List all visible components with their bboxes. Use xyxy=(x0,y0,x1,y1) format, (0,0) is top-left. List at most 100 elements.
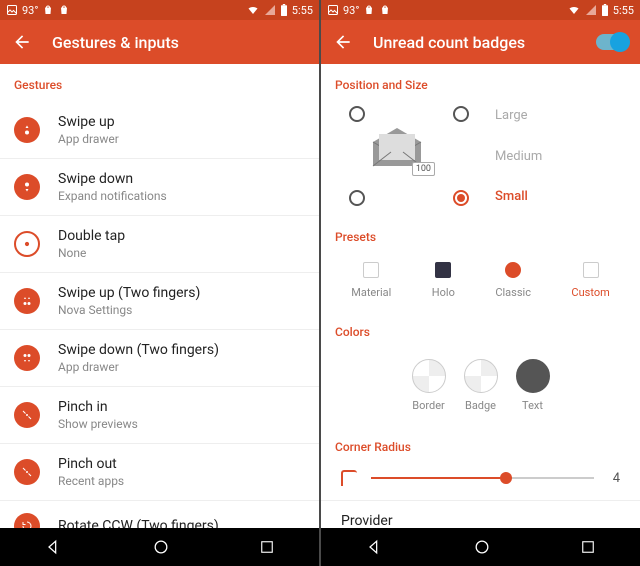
section-header-colors: Colors xyxy=(321,311,640,349)
two-finger-down-icon xyxy=(14,345,40,371)
presets-row: Material Holo Classic Custom xyxy=(321,254,640,311)
preset-holo[interactable]: Holo xyxy=(432,262,455,299)
shop-icon xyxy=(42,4,54,16)
provider-title: Provider xyxy=(341,513,620,528)
item-sub: Recent apps xyxy=(58,474,124,488)
pinch-out-icon xyxy=(14,459,40,485)
rotate-ccw-icon xyxy=(14,513,40,528)
phone-left: 93° 5:55 Gestures & inputs Gestures Swip… xyxy=(0,0,319,566)
color-border[interactable]: Border xyxy=(412,359,446,412)
content: Gestures Swipe up App drawer Swipe down Ex… xyxy=(0,64,319,528)
envelope-icon: 100 xyxy=(367,128,427,172)
color-badge[interactable]: Badge xyxy=(464,359,498,412)
position-radio-br[interactable] xyxy=(453,190,469,206)
item-title: Rotate CCW (Two fingers) xyxy=(58,518,219,528)
colors-row: Border Badge Text xyxy=(321,349,640,426)
image-icon xyxy=(327,4,339,16)
preset-classic[interactable]: Classic xyxy=(495,262,531,299)
item-sub: App drawer xyxy=(58,132,119,146)
nav-bar xyxy=(0,528,319,566)
list-item[interactable]: Swipe up App drawer xyxy=(0,102,319,159)
phone-right: 93° 5:55 Unread count badges Position an… xyxy=(321,0,640,566)
page-title: Unread count badges xyxy=(373,33,596,52)
list-item[interactable]: Pinch in Show previews xyxy=(0,387,319,444)
size-labels: Large Medium Small xyxy=(469,106,626,206)
shop-icon xyxy=(58,4,70,16)
corner-icon xyxy=(341,470,357,486)
provider-item[interactable]: Provider TeslaUnread xyxy=(321,500,640,528)
status-bar: 93° 5:55 xyxy=(321,0,640,20)
position-radio-tl[interactable] xyxy=(349,106,365,122)
swipe-down-icon xyxy=(14,174,40,200)
nav-bar xyxy=(321,528,640,566)
corner-row: 4 xyxy=(321,464,640,500)
time-text: 5:55 xyxy=(292,4,313,17)
item-sub: App drawer xyxy=(58,360,219,374)
size-large[interactable]: Large xyxy=(495,108,626,123)
nav-recent-button[interactable] xyxy=(258,538,276,556)
time-text: 5:55 xyxy=(613,4,634,17)
item-sub: Nova Settings xyxy=(58,303,200,317)
item-title: Pinch in xyxy=(58,399,138,415)
preset-material[interactable]: Material xyxy=(351,262,391,299)
temp-text: 93° xyxy=(343,4,359,17)
page-title: Gestures & inputs xyxy=(52,33,307,52)
nav-recent-button[interactable] xyxy=(579,538,597,556)
wifi-icon xyxy=(567,4,581,16)
size-small[interactable]: Small xyxy=(495,189,626,204)
two-finger-up-icon xyxy=(14,288,40,314)
app-bar: Gestures & inputs xyxy=(0,20,319,64)
nav-home-button[interactable] xyxy=(472,537,492,557)
master-toggle[interactable] xyxy=(596,34,628,50)
list-item[interactable]: Pinch out Recent apps xyxy=(0,444,319,501)
battery-icon xyxy=(280,4,288,16)
battery-icon xyxy=(601,4,609,16)
item-title: Swipe up xyxy=(58,114,119,130)
status-bar: 93° 5:55 xyxy=(0,0,319,20)
position-area: 100 Large Medium Small xyxy=(321,102,640,216)
corner-value: 4 xyxy=(608,471,620,486)
color-text[interactable]: Text xyxy=(516,359,550,412)
shop-icon xyxy=(363,4,375,16)
list-item[interactable]: Swipe down (Two fingers) App drawer xyxy=(0,330,319,387)
corner-slider[interactable] xyxy=(371,477,594,479)
wifi-icon xyxy=(246,4,260,16)
swipe-up-icon xyxy=(14,117,40,143)
nav-back-button[interactable] xyxy=(365,537,385,557)
image-icon xyxy=(6,4,18,16)
preset-custom[interactable]: Custom xyxy=(571,262,609,299)
double-tap-icon xyxy=(14,231,40,257)
signal-icon xyxy=(264,4,276,16)
section-header-presets: Presets xyxy=(321,216,640,254)
section-header-corner: Corner Radius xyxy=(321,426,640,464)
item-title: Swipe up (Two fingers) xyxy=(58,285,200,301)
temp-text: 93° xyxy=(22,4,38,17)
list-item[interactable]: Double tap None xyxy=(0,216,319,273)
shop-icon xyxy=(379,4,391,16)
signal-icon xyxy=(585,4,597,16)
position-radio-tr[interactable] xyxy=(453,106,469,122)
nav-back-button[interactable] xyxy=(44,537,64,557)
badge-count: 100 xyxy=(412,162,435,176)
position-grid: 100 xyxy=(349,106,469,206)
item-sub: Expand notifications xyxy=(58,189,167,203)
nav-home-button[interactable] xyxy=(151,537,171,557)
size-medium[interactable]: Medium xyxy=(495,149,626,164)
back-button[interactable] xyxy=(12,32,32,52)
section-header-gestures: Gestures xyxy=(0,64,319,102)
list-item[interactable]: Rotate CCW (Two fingers) xyxy=(0,501,319,528)
content: Position and Size 100 Large Medium Small… xyxy=(321,64,640,528)
back-button[interactable] xyxy=(333,32,353,52)
pinch-in-icon xyxy=(14,402,40,428)
item-title: Swipe down (Two fingers) xyxy=(58,342,219,358)
item-sub: Show previews xyxy=(58,417,138,431)
item-title: Double tap xyxy=(58,228,125,244)
list-item[interactable]: Swipe up (Two fingers) Nova Settings xyxy=(0,273,319,330)
item-sub: None xyxy=(58,246,125,260)
item-title: Swipe down xyxy=(58,171,167,187)
position-radio-bl[interactable] xyxy=(349,190,365,206)
app-bar: Unread count badges xyxy=(321,20,640,64)
list-item[interactable]: Swipe down Expand notifications xyxy=(0,159,319,216)
item-title: Pinch out xyxy=(58,456,124,472)
section-header-position: Position and Size xyxy=(321,64,640,102)
